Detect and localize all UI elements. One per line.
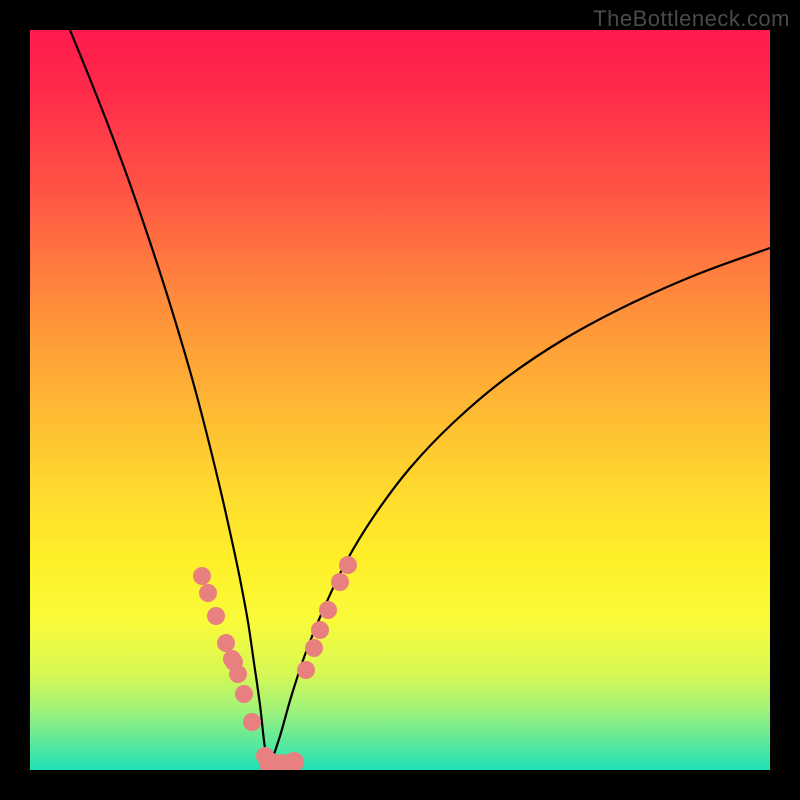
data-point: [229, 665, 247, 683]
data-point: [243, 713, 261, 731]
markers-right: [297, 556, 357, 679]
chart-canvas: TheBottleneck.com: [0, 0, 800, 800]
data-point: [339, 556, 357, 574]
data-point: [331, 573, 349, 591]
markers-left: [193, 567, 281, 770]
data-point: [297, 661, 315, 679]
curve-right: [270, 248, 770, 766]
data-point: [284, 752, 304, 770]
data-point: [199, 584, 217, 602]
data-point: [319, 601, 337, 619]
bottleneck-curve: [30, 30, 770, 770]
data-point: [193, 567, 211, 585]
watermark-text: TheBottleneck.com: [593, 6, 790, 32]
data-point: [311, 621, 329, 639]
data-point: [235, 685, 253, 703]
data-point: [217, 634, 235, 652]
data-point: [305, 639, 323, 657]
plot-area: [30, 30, 770, 770]
data-point: [207, 607, 225, 625]
